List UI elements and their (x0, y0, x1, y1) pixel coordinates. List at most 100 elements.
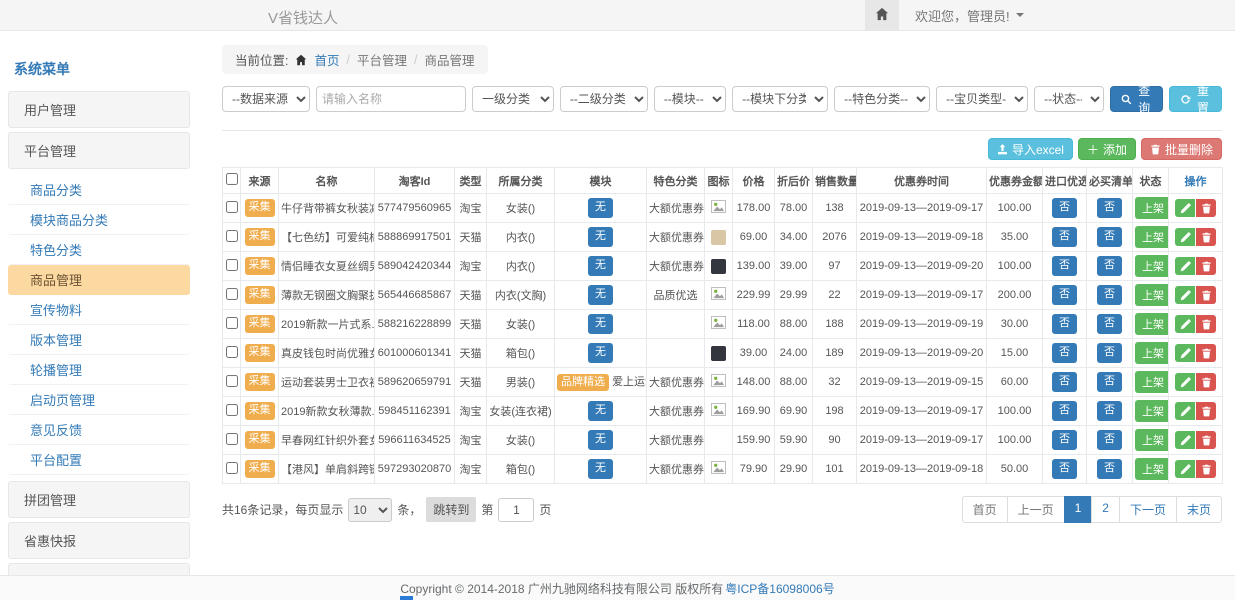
delete-button[interactable] (1196, 199, 1216, 217)
delete-button[interactable] (1196, 402, 1216, 420)
status-button[interactable]: 上架 (1135, 429, 1169, 451)
delete-button[interactable] (1196, 460, 1216, 478)
must-buy-badge[interactable]: 否 (1097, 198, 1122, 217)
sidebar-group-4[interactable]: 省惠快报 (8, 522, 190, 559)
name-input[interactable] (316, 86, 466, 112)
jump-button[interactable]: 跳转到 (426, 497, 476, 522)
row-checkbox[interactable] (226, 375, 238, 387)
sidebar-subitem[interactable]: 商品分类 (8, 175, 190, 205)
pager-button[interactable]: 2 (1091, 496, 1120, 523)
status-button[interactable]: 上架 (1135, 255, 1169, 277)
status-select[interactable]: --状态-- (1034, 86, 1104, 112)
level2-category-select[interactable]: --二级分类-- (560, 86, 648, 112)
icp-link[interactable]: 粤ICP备16098006号 (725, 580, 834, 597)
imported-badge[interactable]: 否 (1052, 256, 1077, 275)
module-select[interactable]: --模块-- (654, 86, 726, 112)
delete-button[interactable] (1196, 315, 1216, 333)
user-menu[interactable]: 欢迎您，管理员! (899, 6, 1034, 25)
pager-button[interactable]: 下一页 (1119, 496, 1177, 523)
sidebar-subitem-active[interactable]: 商品管理 (8, 265, 190, 295)
must-buy-badge[interactable]: 否 (1097, 343, 1122, 362)
select-all-checkbox[interactable] (226, 173, 238, 185)
sidebar-subitem[interactable]: 特色分类 (8, 235, 190, 265)
status-button[interactable]: 上架 (1135, 226, 1169, 248)
home-button[interactable] (865, 0, 899, 30)
sidebar-subitem[interactable]: 平台配置 (8, 445, 190, 475)
reset-button[interactable]: 重置 (1169, 86, 1222, 112)
edit-button[interactable] (1175, 373, 1195, 391)
must-buy-badge[interactable]: 否 (1097, 401, 1122, 420)
row-checkbox[interactable] (226, 201, 238, 213)
status-button[interactable]: 上架 (1135, 400, 1169, 422)
must-buy-badge[interactable]: 否 (1097, 285, 1122, 304)
level1-category-select[interactable]: 一级分类 (472, 86, 554, 112)
pager-current-page[interactable]: 1 (1064, 496, 1093, 523)
per-page-select[interactable]: 10 (348, 498, 392, 522)
imported-badge[interactable]: 否 (1052, 285, 1077, 304)
must-buy-badge[interactable]: 否 (1097, 372, 1122, 391)
imported-badge[interactable]: 否 (1052, 198, 1077, 217)
status-button[interactable]: 上架 (1135, 313, 1169, 335)
imported-badge[interactable]: 否 (1052, 459, 1077, 478)
status-button[interactable]: 上架 (1135, 342, 1169, 364)
sidebar-group-2[interactable]: 平台管理 (8, 132, 190, 169)
edit-button[interactable] (1175, 344, 1195, 362)
edit-button[interactable] (1175, 431, 1195, 449)
delete-button[interactable] (1196, 373, 1216, 391)
edit-button[interactable] (1175, 402, 1195, 420)
batch-delete-button[interactable]: 批量删除 (1141, 138, 1222, 160)
page-number-input[interactable] (498, 498, 534, 522)
row-checkbox[interactable] (226, 317, 238, 329)
delete-button[interactable] (1196, 344, 1216, 362)
sidebar-subitem[interactable]: 模块商品分类 (8, 205, 190, 235)
row-checkbox[interactable] (226, 230, 238, 242)
item-type-select[interactable]: --宝贝类型-- (936, 86, 1028, 112)
sidebar-group-3[interactable]: 拼团管理 (8, 481, 190, 518)
delete-button[interactable] (1196, 431, 1216, 449)
must-buy-badge[interactable]: 否 (1097, 459, 1122, 478)
sidebar-subitem[interactable]: 版本管理 (8, 325, 190, 355)
sidebar-group-5[interactable]: 消息管理 (8, 563, 190, 575)
edit-button[interactable] (1175, 286, 1195, 304)
edit-button[interactable] (1175, 228, 1195, 246)
sidebar-subitem[interactable]: 宣传物料 (8, 295, 190, 325)
imported-badge[interactable]: 否 (1052, 227, 1077, 246)
must-buy-badge[interactable]: 否 (1097, 227, 1122, 246)
sidebar-subitem[interactable]: 启动页管理 (8, 385, 190, 415)
data-source-select[interactable]: --数据来源-- (222, 86, 310, 112)
imported-badge[interactable]: 否 (1052, 430, 1077, 449)
row-checkbox[interactable] (226, 404, 238, 416)
sidebar-subitem[interactable]: 意见反馈 (8, 415, 190, 445)
add-button[interactable]: ＋ 添加 (1078, 138, 1136, 160)
edit-button[interactable] (1175, 315, 1195, 333)
row-checkbox[interactable] (226, 462, 238, 474)
delete-button[interactable] (1196, 286, 1216, 304)
row-checkbox[interactable] (226, 259, 238, 271)
status-button[interactable]: 上架 (1135, 458, 1169, 480)
must-buy-badge[interactable]: 否 (1097, 314, 1122, 333)
status-button[interactable]: 上架 (1135, 197, 1169, 219)
imported-badge[interactable]: 否 (1052, 372, 1077, 391)
status-button[interactable]: 上架 (1135, 284, 1169, 306)
row-checkbox[interactable] (226, 288, 238, 300)
delete-button[interactable] (1196, 257, 1216, 275)
sidebar-group-1[interactable]: 用户管理 (8, 91, 190, 128)
imported-badge[interactable]: 否 (1052, 343, 1077, 362)
module-subcategory-select[interactable]: --模块下分类-- (732, 86, 828, 112)
feature-category-select[interactable]: --特色分类-- (834, 86, 930, 112)
edit-button[interactable] (1175, 199, 1195, 217)
breadcrumb-home-link[interactable]: 首页 (314, 50, 339, 69)
must-buy-badge[interactable]: 否 (1097, 256, 1122, 275)
row-checkbox[interactable] (226, 346, 238, 358)
imported-badge[interactable]: 否 (1052, 401, 1077, 420)
row-checkbox[interactable] (226, 433, 238, 445)
sidebar-subitem[interactable]: 轮播管理 (8, 355, 190, 385)
edit-button[interactable] (1175, 460, 1195, 478)
imported-badge[interactable]: 否 (1052, 314, 1077, 333)
search-button[interactable]: 查询 (1110, 86, 1163, 112)
status-button[interactable]: 上架 (1135, 371, 1169, 393)
import-excel-button[interactable]: 导入excel (988, 138, 1073, 160)
must-buy-badge[interactable]: 否 (1097, 430, 1122, 449)
pager-button[interactable]: 末页 (1176, 496, 1222, 523)
edit-button[interactable] (1175, 257, 1195, 275)
